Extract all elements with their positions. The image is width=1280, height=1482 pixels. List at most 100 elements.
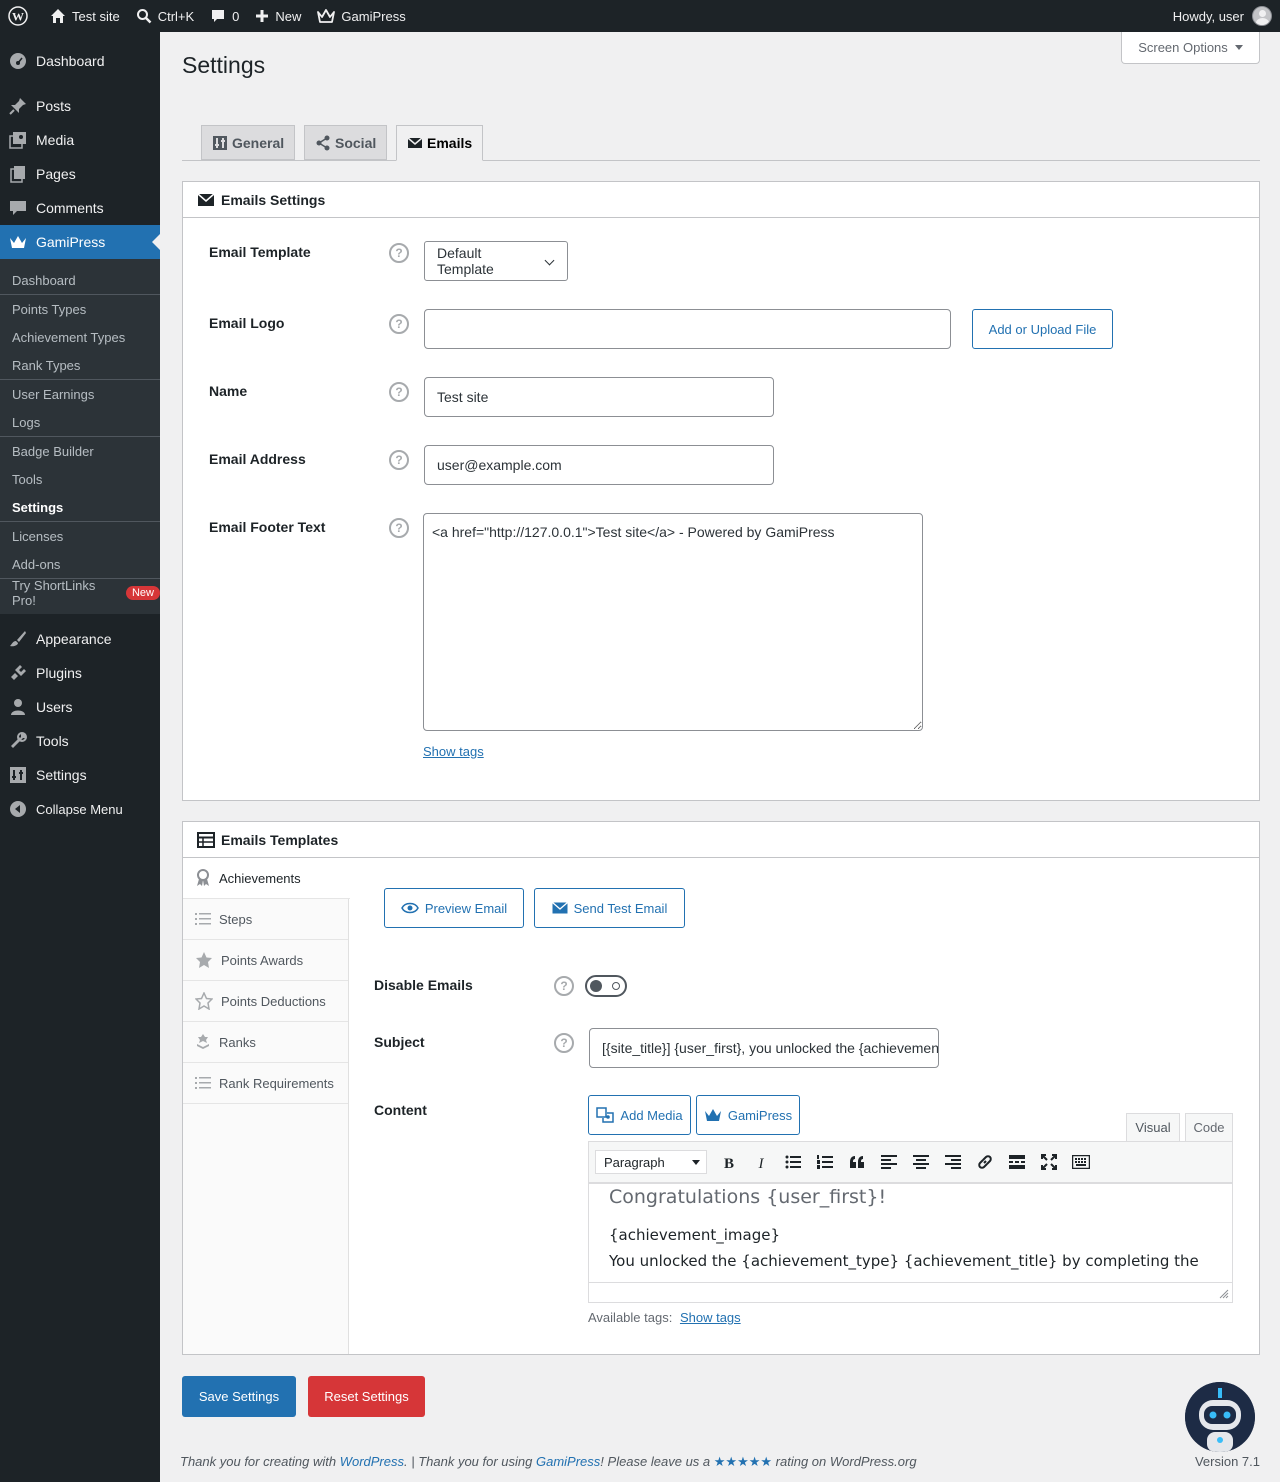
sidebar-item-gamipress[interactable]: GamiPress <box>0 225 160 259</box>
submenu-tools[interactable]: Tools <box>0 465 160 493</box>
sidebar-item-dashboard[interactable]: Dashboard <box>0 44 160 78</box>
align-left-button[interactable] <box>873 1147 905 1177</box>
submenu-badge-builder[interactable]: Badge Builder <box>0 437 160 465</box>
collapse-menu-button[interactable]: Collapse Menu <box>0 792 160 826</box>
editor-tab-visual[interactable]: Visual <box>1126 1113 1180 1142</box>
bullet-list-button[interactable] <box>777 1147 809 1177</box>
sidebar-item-tools[interactable]: Tools <box>0 724 160 758</box>
keyboard-icon <box>1072 1155 1090 1169</box>
search-shortcut[interactable]: Ctrl+K <box>128 0 202 32</box>
align-right-button[interactable] <box>937 1147 969 1177</box>
insert-link-button[interactable] <box>969 1147 1001 1177</box>
bold-button[interactable]: B <box>713 1147 745 1177</box>
send-test-email-label: Send Test Email <box>573 900 668 916</box>
save-settings-button[interactable]: Save Settings <box>182 1376 296 1417</box>
email-template-select[interactable]: Default Template <box>424 241 568 281</box>
help-icon[interactable]: ? <box>554 1033 574 1053</box>
template-tab-steps[interactable]: Steps <box>183 899 348 940</box>
new-content-link[interactable]: New <box>247 0 309 32</box>
rating-stars-link[interactable]: ★★★★★ <box>714 1454 772 1469</box>
sidebar-item-label: Dashboard <box>36 53 105 69</box>
submenu-user-earnings[interactable]: User Earnings <box>0 380 160 408</box>
wordpress-link[interactable]: WordPress <box>340 1454 404 1469</box>
preview-email-label: Preview Email <box>424 900 508 916</box>
resize-handle-icon <box>1219 1289 1229 1299</box>
sidebar-item-settings[interactable]: Settings <box>0 758 160 792</box>
reset-settings-button[interactable]: Reset Settings <box>308 1376 425 1417</box>
gamipress-adminbar-link[interactable]: GamiPress <box>309 0 413 32</box>
screen-options-button[interactable]: Screen Options <box>1121 32 1260 64</box>
read-more-button[interactable] <box>1001 1147 1033 1177</box>
submenu-dashboard[interactable]: Dashboard <box>0 266 160 294</box>
template-tab-points-awards[interactable]: Points Awards <box>183 940 348 981</box>
help-icon[interactable]: ? <box>389 450 409 470</box>
sidebar-item-media[interactable]: Media <box>0 123 160 157</box>
email-footer-textarea[interactable]: <a href="http://127.0.0.1">Test site</a>… <box>423 513 923 731</box>
dashboard-icon <box>8 51 28 71</box>
name-input[interactable]: Test site <box>424 377 774 417</box>
numbered-list-button[interactable] <box>809 1147 841 1177</box>
editor-resize-bar[interactable] <box>588 1283 1233 1303</box>
sidebar-item-users[interactable]: Users <box>0 690 160 724</box>
help-icon[interactable]: ? <box>389 314 409 334</box>
subject-input[interactable]: [{site_title}] {user_first}, you unlocke… <box>589 1028 939 1068</box>
show-tags-link[interactable]: Show tags <box>680 1310 741 1325</box>
comments-link[interactable]: 0 <box>202 0 247 32</box>
disable-emails-toggle[interactable] <box>585 975 627 997</box>
template-tab-label: Points Deductions <box>221 993 326 1009</box>
email-address-input[interactable]: user@example.com <box>424 445 774 485</box>
content-editor[interactable]: Congratulations {user_first}! {achieveme… <box>588 1183 1233 1283</box>
gamipress-link[interactable]: GamiPress <box>536 1454 600 1469</box>
submenu-try-shortlinks[interactable]: Try ShortLinks Pro! New <box>0 578 160 608</box>
help-icon[interactable]: ? <box>389 382 409 402</box>
add-upload-file-button[interactable]: Add or Upload File <box>972 309 1113 349</box>
help-icon[interactable]: ? <box>389 243 409 263</box>
align-center-button[interactable] <box>905 1147 937 1177</box>
assistant-bot-icon[interactable] <box>1185 1382 1255 1452</box>
sidebar-item-label: Pages <box>36 166 76 182</box>
preview-email-button[interactable]: Preview Email <box>384 888 524 928</box>
help-icon[interactable]: ? <box>554 976 574 996</box>
submenu-points-types[interactable]: Points Types <box>0 295 160 323</box>
show-tags-link[interactable]: Show tags <box>423 744 484 759</box>
fullscreen-button[interactable] <box>1033 1147 1065 1177</box>
site-name-link[interactable]: Test site <box>42 0 128 32</box>
tab-emails[interactable]: Emails <box>396 125 484 161</box>
submenu-achievement-types[interactable]: Achievement Types <box>0 323 160 351</box>
submenu-settings[interactable]: Settings <box>0 493 160 521</box>
template-tab-points-deductions[interactable]: Points Deductions <box>183 981 348 1022</box>
submenu-licenses[interactable]: Licenses <box>0 522 160 550</box>
fullscreen-icon <box>1041 1154 1057 1170</box>
blockquote-button[interactable] <box>841 1147 873 1177</box>
italic-button[interactable]: I <box>745 1147 777 1177</box>
sidebar-item-pages[interactable]: Pages <box>0 157 160 191</box>
numbered-list-icon <box>817 1155 833 1169</box>
submenu-logs[interactable]: Logs <box>0 408 160 436</box>
sidebar-item-appearance[interactable]: Appearance <box>0 622 160 656</box>
template-tab-rank-requirements[interactable]: Rank Requirements <box>183 1063 348 1104</box>
tab-label: General <box>232 134 285 151</box>
submenu-add-ons[interactable]: Add-ons <box>0 550 160 578</box>
sidebar-item-comments[interactable]: Comments <box>0 191 160 225</box>
send-test-email-button[interactable]: Send Test Email <box>534 888 685 928</box>
template-tab-ranks[interactable]: Ranks <box>183 1022 348 1063</box>
tab-general[interactable]: General <box>201 125 296 160</box>
help-icon[interactable]: ? <box>389 518 409 538</box>
sidebar-item-plugins[interactable]: Plugins <box>0 656 160 690</box>
wordpress-logo-icon[interactable]: W <box>0 0 42 32</box>
tab-social[interactable]: Social <box>304 125 388 160</box>
my-account[interactable]: Howdy, user <box>1173 6 1280 26</box>
template-tab-label: Steps <box>219 911 253 927</box>
add-media-button[interactable]: Add Media <box>588 1095 691 1135</box>
gamipress-shortcode-button[interactable]: GamiPress <box>696 1095 800 1135</box>
email-logo-input[interactable] <box>424 309 951 349</box>
submenu-rank-types[interactable]: Rank Types <box>0 351 160 379</box>
template-tab-achievements[interactable]: Achievements <box>183 858 350 899</box>
crown-icon <box>317 9 336 23</box>
editor-tab-code[interactable]: Code <box>1185 1113 1233 1142</box>
toolbar-toggle-button[interactable] <box>1065 1147 1097 1177</box>
comment-icon <box>212 10 225 22</box>
sidebar-item-posts[interactable]: Posts <box>0 89 160 123</box>
format-select[interactable]: Paragraph <box>595 1150 707 1174</box>
sidebar-item-label: Plugins <box>36 665 82 681</box>
